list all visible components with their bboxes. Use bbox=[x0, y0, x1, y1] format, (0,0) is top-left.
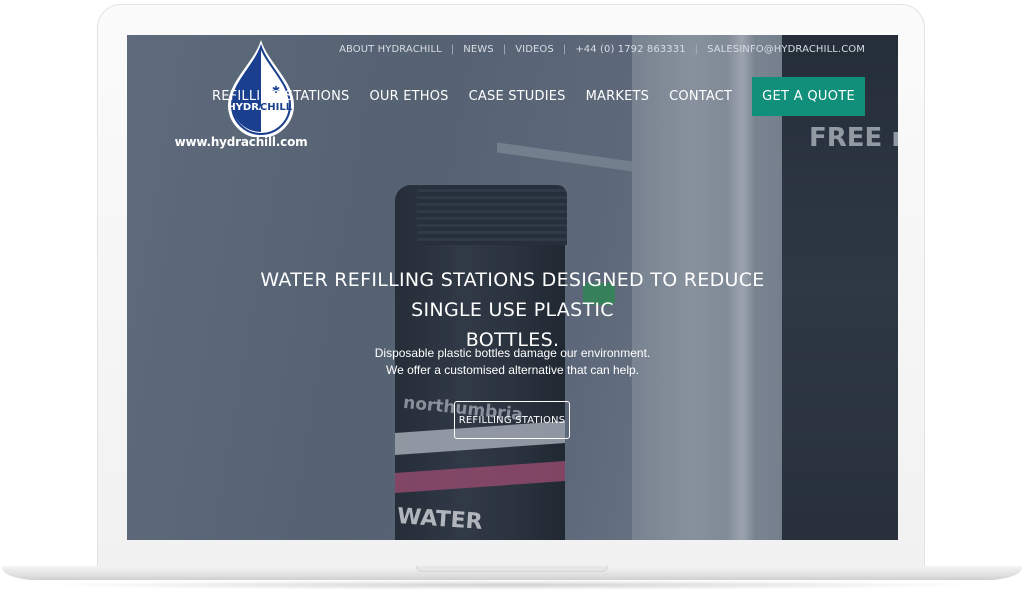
top-utility-bar: ABOUT HYDRACHILL | NEWS | VIDEOS | +44 (… bbox=[339, 44, 865, 55]
main-nav: REFILLING STATIONS OUR ETHOS CASE STUDIE… bbox=[192, 77, 865, 116]
hero-subtitle: Disposable plastic bottles damage our en… bbox=[277, 345, 748, 379]
topbar-link-news[interactable]: NEWS bbox=[463, 44, 493, 55]
nav-item-contact[interactable]: CONTACT bbox=[669, 89, 732, 104]
hero-title-line-1: WATER REFILLING STATIONS DESIGNED TO RED… bbox=[260, 269, 765, 321]
device-mockup: 200 FREE re northumbria WATER ✱ HYDRA CH… bbox=[0, 0, 1024, 592]
nav-item-markets[interactable]: MARKETS bbox=[586, 89, 649, 104]
hero-subtitle-line-2: We offer a customised alternative that c… bbox=[385, 363, 640, 377]
topbar-separator: | bbox=[502, 44, 507, 55]
nav-item-our-ethos[interactable]: OUR ETHOS bbox=[369, 89, 448, 104]
logo-url[interactable]: www.hydrachill.com bbox=[166, 135, 316, 149]
hero-subtitle-line-1: Disposable plastic bottles damage our en… bbox=[374, 346, 651, 360]
topbar-link-phone[interactable]: +44 (0) 1792 863331 bbox=[575, 44, 685, 55]
laptop-notch bbox=[416, 566, 608, 572]
topbar-link-email[interactable]: SALESINFO@HYDRACHILL.COM bbox=[707, 44, 865, 55]
floor-shadow bbox=[40, 580, 984, 590]
browser-screen: 200 FREE re northumbria WATER ✱ HYDRA CH… bbox=[127, 35, 898, 540]
topbar-separator: | bbox=[562, 44, 567, 55]
topbar-link-videos[interactable]: VIDEOS bbox=[515, 44, 554, 55]
hero-title: WATER REFILLING STATIONS DESIGNED TO RED… bbox=[227, 265, 798, 355]
get-a-quote-button[interactable]: GET A QUOTE bbox=[752, 77, 865, 116]
topbar-separator: | bbox=[450, 44, 455, 55]
topbar-link-about[interactable]: ABOUT HYDRACHILL bbox=[339, 44, 442, 55]
refilling-stations-button[interactable]: REFILLING STATIONS bbox=[454, 401, 570, 439]
nav-item-refilling-stations[interactable]: REFILLING STATIONS bbox=[212, 89, 349, 104]
nav-item-case-studies[interactable]: CASE STUDIES bbox=[469, 89, 566, 104]
topbar-separator: | bbox=[694, 44, 699, 55]
